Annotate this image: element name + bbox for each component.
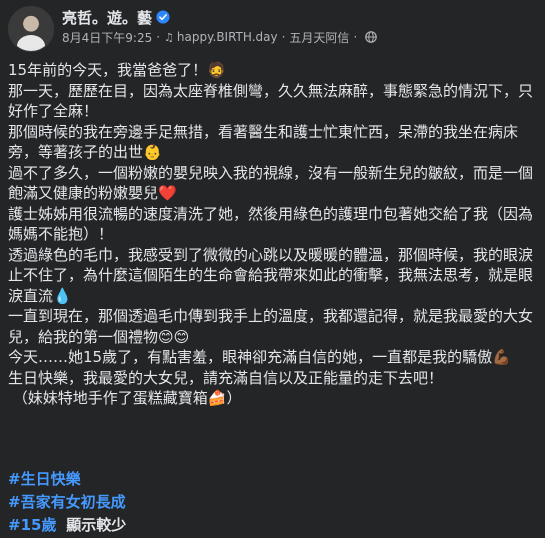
post-header: 亮哲。遊。藝 8月4日下午9:25 · ♫ happy.BIRTH.day · … — [8, 6, 537, 52]
post-paragraph: 生日快樂，我最愛的大女兒，請充滿自信以及正能量的走下去吧！ — [8, 368, 444, 387]
show-less-button[interactable]: 顯示較少 — [66, 516, 126, 534]
verified-badge-icon — [156, 10, 170, 24]
meta-separator: · — [156, 30, 161, 44]
author-info: 亮哲。遊。藝 8月4日下午9:25 · ♫ happy.BIRTH.day · … — [62, 6, 378, 46]
post-meta: 8月4日下午9:25 · ♫ happy.BIRTH.day · 五月天阿信 · — [62, 28, 378, 46]
post-paragraph: 那個時候的我在旁邊手足無措，看著醫生和護士忙東忙西，呆滯的我坐在病床旁，等著孩子… — [8, 122, 519, 162]
hashtag-link[interactable]: #15歲 — [8, 516, 56, 534]
hashtag-link[interactable]: #吾家有女初長成 — [8, 493, 126, 511]
hashtag-list: #生日快樂 #吾家有女初長成 #15歲 顯示較少 — [8, 468, 126, 537]
post-paragraph: （妹妹特地手作了蛋糕藏寶箱🍰） — [8, 389, 242, 407]
post-paragraph: 護士姊姊用很流暢的速度清洗了她，然後用綠色的護理巾包著她交給了我（因為媽媽不能抱… — [8, 204, 534, 244]
post-paragraph: 今天……她15歲了，有點害羞，眼神卻充滿自信的她，一直都是我的驕傲💪🏾 — [8, 348, 511, 366]
post-paragraph: 透過綠色的毛巾，我感受到了微微的心跳以及暖暖的體溫，那個時候，我的眼淚止不住了，… — [8, 245, 534, 305]
hashtag-link[interactable]: #生日快樂 — [8, 470, 81, 488]
music-note-icon: ♫ — [164, 30, 174, 44]
post-timestamp[interactable]: 8月4日下午9:25 — [62, 29, 152, 46]
facebook-post: 亮哲。遊。藝 8月4日下午9:25 · ♫ happy.BIRTH.day · … — [0, 0, 545, 538]
activity-label[interactable]: happy.BIRTH.day — [177, 30, 278, 44]
name-row: 亮哲。遊。藝 — [62, 6, 377, 28]
globe-icon[interactable] — [365, 31, 378, 43]
author-avatar[interactable] — [8, 6, 54, 52]
post-paragraph: 過不了多久，一個粉嫩的嬰兒映入我的視線，沒有一般新生兒的皺紋，而是一個飽滿又健康… — [8, 163, 534, 203]
meta-separator: · — [353, 30, 358, 44]
post-paragraph: 那一天，歷歷在目，因為太座脊椎側彎，久久無法麻醉，事態緊急的情況下，只好作了全麻… — [8, 81, 534, 121]
post-paragraph: 一直到現在，那個透過毛巾傳到我手上的溫度，我都還記得，就是我最愛的大女兒，給我的… — [8, 307, 534, 346]
post-body: 15年前的今天，我當爸爸了！🧔 那一天，歷歷在目，因為太座脊椎側彎，久久無法麻醉… — [8, 60, 538, 409]
author-name[interactable]: 亮哲。遊。藝 — [62, 7, 152, 28]
meta-separator: · — [281, 30, 286, 44]
post-paragraph: 15年前的今天，我當爸爸了！🧔 — [8, 61, 226, 79]
location-label[interactable]: 五月天阿信 — [289, 29, 349, 46]
